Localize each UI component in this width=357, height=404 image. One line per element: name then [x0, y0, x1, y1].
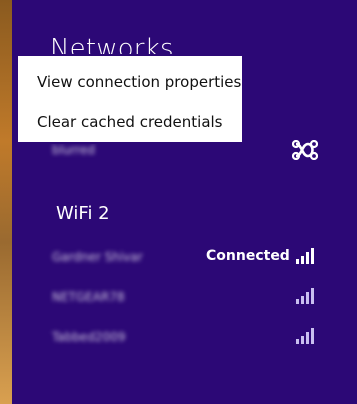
signal-strength-icon: [296, 248, 316, 264]
network-name[interactable]: blurred: [52, 143, 95, 165]
desktop-background: [0, 0, 12, 404]
menu-item-view-properties[interactable]: View connection properties: [37, 73, 241, 91]
menu-item-clear-credentials[interactable]: Clear cached credentials: [37, 113, 223, 131]
network-name[interactable]: Tabbed2009: [52, 330, 125, 352]
connection-status: Connected: [206, 248, 290, 264]
context-menu: View connection properties Clear cached …: [16, 54, 244, 144]
section-header-wifi: WiFi 2: [56, 203, 110, 224]
network-name[interactable]: NETGEAR78: [52, 290, 125, 312]
signal-strength-icon: [296, 288, 316, 304]
signal-strength-icon: [296, 328, 316, 344]
network-name[interactable]: Gardner Shivar: [52, 250, 143, 272]
hotspot-icon: [291, 139, 319, 161]
